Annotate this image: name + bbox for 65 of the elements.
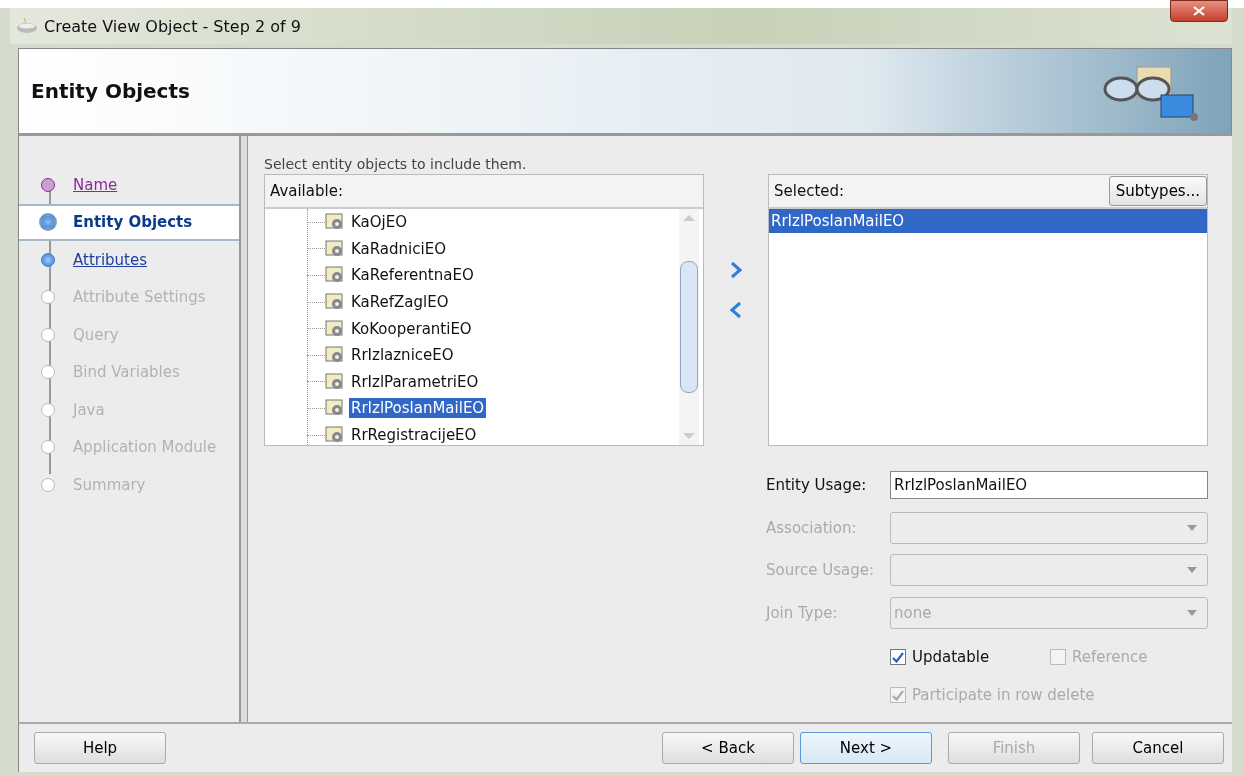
dropdown-caret-icon	[1187, 567, 1197, 574]
field-label: Entity Usage:	[766, 476, 868, 495]
entity-list-item[interactable]: KaRefZaglEO	[349, 292, 451, 313]
entity-gear-icon	[325, 346, 345, 365]
entity-gear-icon	[325, 426, 345, 445]
entity-gear-icon	[325, 239, 345, 258]
entity-list-item[interactable]: RrIzlazniceEO	[349, 345, 456, 366]
dropdown-caret-icon	[1187, 524, 1197, 531]
move-left-icon[interactable]	[729, 301, 743, 319]
entity-list-item[interactable]: RrIzlPoslanMailEO	[349, 398, 487, 419]
entity-gear-icon	[325, 213, 345, 232]
entity-list-item[interactable]: KaRadniciEO	[349, 238, 448, 259]
step-marker-icon	[41, 290, 55, 305]
step-marker-icon	[41, 477, 55, 492]
step-marker-icon	[41, 252, 55, 267]
splitter-bar[interactable]	[239, 136, 248, 722]
subtypes-button[interactable]: Subtypes...	[1108, 176, 1207, 206]
selected-list-item[interactable]: RrIzlPoslanMailEO	[769, 209, 1207, 233]
field-label: Source Usage:	[766, 561, 876, 580]
page-heading: Entity Objects	[31, 79, 190, 103]
step-marker-icon	[39, 213, 57, 232]
wizard-step[interactable]: Name	[19, 166, 240, 204]
scrollbar[interactable]	[679, 209, 699, 445]
entity-list-item[interactable]: RrRegistracijeEO	[349, 425, 479, 445]
entity-list-item[interactable]: KaOjEO	[349, 212, 410, 233]
wizard-step: Summary	[19, 466, 240, 504]
checkmark-icon	[892, 689, 904, 701]
checkbox[interactable]: Updatable	[890, 638, 1050, 676]
close-button[interactable]	[1170, 0, 1228, 22]
dropdown-caret-icon	[1187, 609, 1197, 616]
dialog-button[interactable]: < Back	[662, 732, 794, 764]
dialog-button[interactable]: Help	[34, 732, 166, 764]
coffee-cup-icon	[16, 17, 38, 35]
step-marker-icon	[41, 365, 55, 380]
dialog-button[interactable]: Next >	[800, 732, 932, 764]
step-marker-icon	[41, 327, 55, 342]
entity-gear-icon	[325, 266, 345, 285]
step-marker-icon	[41, 440, 55, 455]
entity-list-item[interactable]: KaReferentnaEO	[349, 265, 476, 286]
wizard-step: Attribute Settings	[19, 278, 240, 316]
field-label: Join Type:	[766, 603, 839, 622]
entity-list-item[interactable]: RrIzlParametriEO	[349, 371, 481, 392]
field-label: Association:	[766, 518, 858, 537]
wizard-step: Application Module	[19, 428, 240, 466]
step-marker-icon	[41, 177, 55, 192]
entity-gear-icon	[325, 293, 345, 312]
wizard-step: Query	[19, 316, 240, 354]
wizard-step[interactable]: Attributes	[19, 241, 240, 279]
list-heading: Selected:	[774, 182, 845, 200]
wizard-step[interactable]: Entity Objects	[19, 203, 240, 241]
wizard-step: Bind Variables	[19, 353, 240, 391]
close-icon	[1193, 6, 1205, 16]
step-marker-icon	[41, 402, 55, 417]
move-right-icon[interactable]	[729, 261, 743, 279]
dialog-button[interactable]: Cancel	[1092, 732, 1224, 764]
list-heading: Available:	[270, 182, 343, 200]
instruction-text: Select entity objects to include them.	[264, 156, 528, 172]
text-field[interactable]: RrIzlPoslanMailEO	[890, 471, 1208, 500]
entity-list-item[interactable]: KoKooperantiEO	[349, 318, 474, 339]
wizard-step: Java	[19, 391, 240, 429]
checkmark-icon	[892, 651, 904, 663]
entity-gear-icon	[325, 372, 345, 391]
window-title: Create View Object - Step 2 of 9	[44, 16, 301, 36]
entity-gear-icon	[325, 319, 345, 338]
entity-gear-icon	[325, 399, 345, 418]
